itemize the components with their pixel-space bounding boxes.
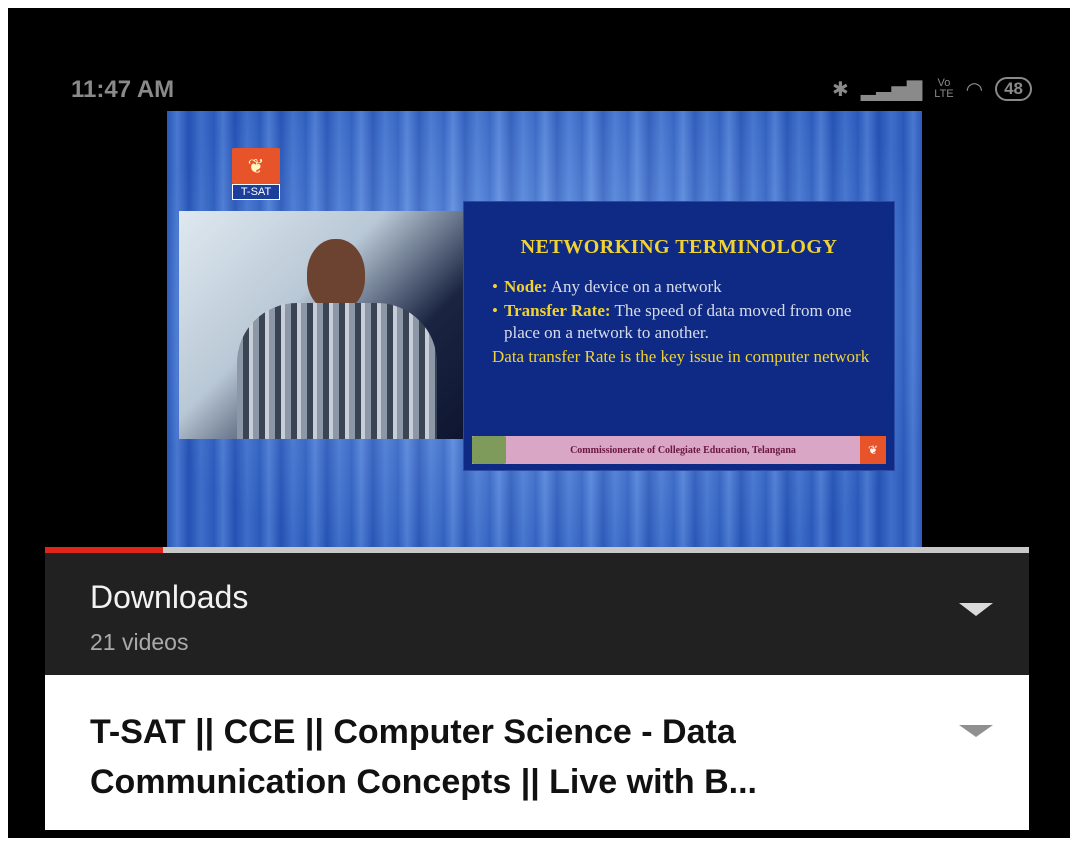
video-player[interactable]: ❦ T-SAT NETWORKING TERMINOLOGY Node: Any… xyxy=(167,111,922,558)
video-title[interactable]: T-SAT || CCE || Computer Science - Data … xyxy=(90,707,890,807)
bluetooth-icon: ✱ xyxy=(831,78,849,101)
battery-indicator: 48 xyxy=(995,77,1032,101)
video-info-panel: T-SAT || CCE || Computer Science - Data … xyxy=(45,675,1029,830)
bullet-text: Any device on a network xyxy=(547,277,722,296)
tsat-logo: ❦ T-SAT xyxy=(232,148,280,200)
screenshot-frame: 11:47 AM ✱ ▂▃▅▇ Vo LTE ◠ 48 ❦ T-SAT NETWO… xyxy=(0,0,1074,843)
slide-bullet: Node: Any device on a network xyxy=(492,276,872,298)
tsat-emblem-icon: ❦ xyxy=(232,148,280,184)
presenter-head xyxy=(307,239,365,311)
status-time: 11:47 AM xyxy=(71,76,175,103)
presenter-video-inset xyxy=(179,211,466,439)
slide-body: Node: Any device on a network Transfer R… xyxy=(492,276,872,368)
tsat-logo-text: T-SAT xyxy=(232,184,280,200)
status-icons: ✱ ▂▃▅▇ Vo LTE ◠ 48 xyxy=(832,74,1032,104)
wifi-icon: ◠ xyxy=(965,78,984,101)
slide-footer-text: Commissionerate of Collegiate Education,… xyxy=(570,444,796,456)
slide-note: Data transfer Rate is the key issue in c… xyxy=(492,347,870,366)
bullet-term: Node: xyxy=(504,277,548,296)
bullet-term: Transfer Rate: xyxy=(504,301,611,320)
signal-icon: ▂▃▅▇ xyxy=(860,78,923,101)
tsat-mini-logo-icon: ❦ xyxy=(860,436,886,464)
presenter-body xyxy=(237,303,437,439)
chevron-down-icon[interactable] xyxy=(959,725,993,737)
slide-footer: Commissionerate of Collegiate Education,… xyxy=(472,436,886,464)
playlist-title: Downloads xyxy=(90,579,249,615)
chevron-down-icon[interactable] xyxy=(959,603,993,616)
seal-icon xyxy=(472,436,506,464)
slide-bullet: Transfer Rate: The speed of data moved f… xyxy=(492,300,872,344)
volte-icon: Vo LTE xyxy=(934,77,954,100)
slide-title: NETWORKING TERMINOLOGY xyxy=(520,236,838,258)
playlist-header[interactable]: Downloads 21 videos xyxy=(45,553,1029,675)
lecture-slide: NETWORKING TERMINOLOGY Node: Any device … xyxy=(463,201,895,471)
playlist-video-count: 21 videos xyxy=(90,629,189,655)
